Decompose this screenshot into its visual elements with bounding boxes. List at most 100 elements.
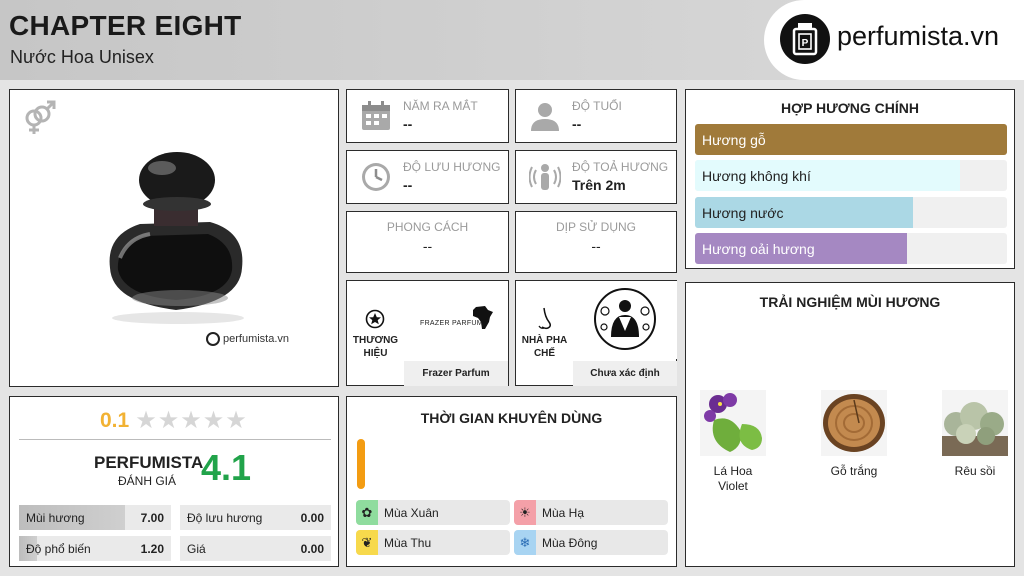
longevity-label: ĐỘ LƯU HƯƠNG <box>403 160 501 174</box>
season-indicator-bar <box>357 439 365 489</box>
unisex-gender-icon <box>20 98 58 141</box>
watermark-logo-icon <box>206 332 220 346</box>
site-logo-badge[interactable]: P perfumista.vn <box>764 0 1024 80</box>
accord-label: Hương không khí <box>702 168 811 184</box>
perfumista-label: PERFUMISTA <box>94 453 204 472</box>
season-autumn[interactable]: ❦ Mùa Thu <box>356 530 510 555</box>
snowflake-icon: ❄ <box>514 530 536 555</box>
metric-value: 0.00 <box>300 511 324 525</box>
metric-value: 0.00 <box>300 542 324 556</box>
note-white-wood[interactable]: Gỗ trắng <box>819 390 889 479</box>
person-icon <box>529 100 561 132</box>
style-label: PHONG CÁCH <box>386 220 469 234</box>
perfumer-name: Chưa xác định <box>573 361 677 386</box>
perfumer-image <box>573 281 677 359</box>
rating-divider <box>19 439 331 440</box>
star-1-icon[interactable]: ★ <box>135 409 157 433</box>
sillage-value: Trên 2m <box>572 177 626 193</box>
perfumer-avatar-icon <box>594 288 656 350</box>
brand-card[interactable]: THƯƠNG HIỆU FRAZER PARFUM Frazer Parfum <box>346 280 509 386</box>
brand-side-label: THƯƠNG HIỆU <box>352 335 399 359</box>
sillage-card: ĐỘ TOẢ HƯƠNG Trên 2m <box>515 150 677 204</box>
release-year-label: NĂM RA MẮT <box>403 99 478 113</box>
brand-name: Frazer Parfum <box>404 361 508 386</box>
watermark-text: perfumista.vn <box>223 333 290 345</box>
season-winter[interactable]: ❄ Mùa Đông <box>514 530 668 555</box>
accord-row: Hương không khí <box>695 160 1007 191</box>
metric-price: Giá 0.00 <box>180 536 331 561</box>
metric-longevity: Độ lưu hương 0.00 <box>180 505 331 530</box>
perfumista-sublabel: ĐÁNH GIÁ <box>118 474 177 488</box>
accord-row: Hương nước <box>695 197 1007 228</box>
note-oakmoss[interactable]: Rêu sồi <box>940 390 1010 479</box>
season-summer[interactable]: ☀ Mùa Hạ <box>514 500 668 525</box>
clock-icon <box>360 161 392 193</box>
accord-row: Hương oải hương <box>695 233 1007 264</box>
notes-heading: TRẢI NGHIỆM MÙI HƯƠNG <box>759 294 941 310</box>
product-image-card: perfumista.vn <box>9 89 339 387</box>
perfumer-side-label: NHÀ PHA CHẾ <box>521 335 568 359</box>
style-value: -- <box>422 238 433 254</box>
metric-label: Độ lưu hương <box>187 511 263 525</box>
occasion-card: DỊP SỬ DỤNG -- <box>515 211 677 273</box>
longevity-card: ĐỘ LƯU HƯƠNG -- <box>346 150 509 204</box>
accord-label: Hương nước <box>702 205 784 221</box>
occasion-label: DỊP SỬ DỤNG <box>555 220 637 234</box>
star-3-icon[interactable]: ★ <box>180 409 202 433</box>
perfume-title: CHAPTER EIGHT <box>9 10 242 41</box>
season-label: Mùa Thu <box>384 536 432 550</box>
release-year-card: NĂM RA MẮT -- <box>346 89 509 143</box>
age-value: -- <box>572 116 582 132</box>
release-year-value: -- <box>403 116 413 132</box>
brand-logo-image: FRAZER PARFUM <box>404 281 508 359</box>
accord-label: Hương oải hương <box>702 241 815 257</box>
metric-popularity: Độ phổ biến 1.20 <box>19 536 171 561</box>
metric-label: Giá <box>187 542 206 556</box>
star-4-icon[interactable]: ★ <box>203 409 225 433</box>
rating-card: 0.1 ★ ★ ★ ★ ★ PERFUMISTA ĐÁNH GIÁ 4.1 Mù… <box>9 396 339 567</box>
age-label: ĐỘ TUỔI <box>572 99 622 113</box>
nose-icon <box>536 307 554 336</box>
season-spring[interactable]: ✿ Mùa Xuân <box>356 500 510 525</box>
user-rating: 0.1 ★ ★ ★ ★ ★ <box>100 409 248 433</box>
note-label: Lá Hoa Violet <box>713 464 753 493</box>
perfumer-side: NHÀ PHA CHẾ <box>516 281 573 385</box>
average-score: 0.1 <box>100 409 130 432</box>
note-label: Gỗ trắng <box>830 464 878 478</box>
season-label: Mùa Đông <box>542 536 598 550</box>
season-heading: THỜI GIAN KHUYÊN DÙNG <box>420 410 603 426</box>
product-watermark: perfumista.vn <box>206 332 289 346</box>
season-card: THỜI GIAN KHUYÊN DÙNG ✿ Mùa Xuân ☀ Mùa H… <box>346 396 677 567</box>
metric-label: Độ phổ biến <box>26 542 91 556</box>
note-label: Rêu sồi <box>954 464 996 478</box>
star-5-icon[interactable]: ★ <box>225 409 247 433</box>
season-label: Mùa Hạ <box>542 506 585 520</box>
metric-value: 1.20 <box>140 542 164 556</box>
perfumer-card[interactable]: NHÀ PHA CHẾ Chưa xác định <box>515 280 677 386</box>
accord-label: Hương gỗ <box>702 132 766 148</box>
white-wood-image <box>821 390 887 456</box>
leaf-icon: ❦ <box>356 530 378 555</box>
header-banner: CHAPTER EIGHT Nước Hoa Unisex P perfumis… <box>0 0 1024 80</box>
oakmoss-image <box>942 390 1008 456</box>
sun-icon: ☀ <box>514 500 536 525</box>
accords-card: HỢP HƯƠNG CHÍNH Hương gỗ Hương không khí… <box>685 89 1015 269</box>
calendar-icon <box>360 100 392 132</box>
perfume-subtitle: Nước Hoa Unisex <box>10 47 154 67</box>
notes-card: TRẢI NGHIỆM MÙI HƯƠNG Lá Hoa Violet Gỗ t… <box>685 282 1015 567</box>
perfumista-score: 4.1 <box>201 447 252 488</box>
longevity-value: -- <box>403 177 413 193</box>
svg-text:P: P <box>802 38 809 49</box>
flower-icon: ✿ <box>356 500 378 525</box>
note-violet-leaf[interactable]: Lá Hoa Violet <box>698 390 768 494</box>
sillage-label: ĐỘ TOẢ HƯƠNG <box>572 160 669 174</box>
metric-label: Mùi hương <box>26 511 85 525</box>
perfume-bottle-image <box>100 150 250 330</box>
star-2-icon[interactable]: ★ <box>158 409 180 433</box>
violet-leaf-image <box>700 390 766 456</box>
site-logo-text: perfumista.vn <box>837 21 1000 51</box>
season-label: Mùa Xuân <box>384 506 439 520</box>
age-card: ĐỘ TUỔI -- <box>515 89 677 143</box>
brand-side: THƯƠNG HIỆU <box>347 281 404 385</box>
accord-row: Hương gỗ <box>695 124 1007 155</box>
